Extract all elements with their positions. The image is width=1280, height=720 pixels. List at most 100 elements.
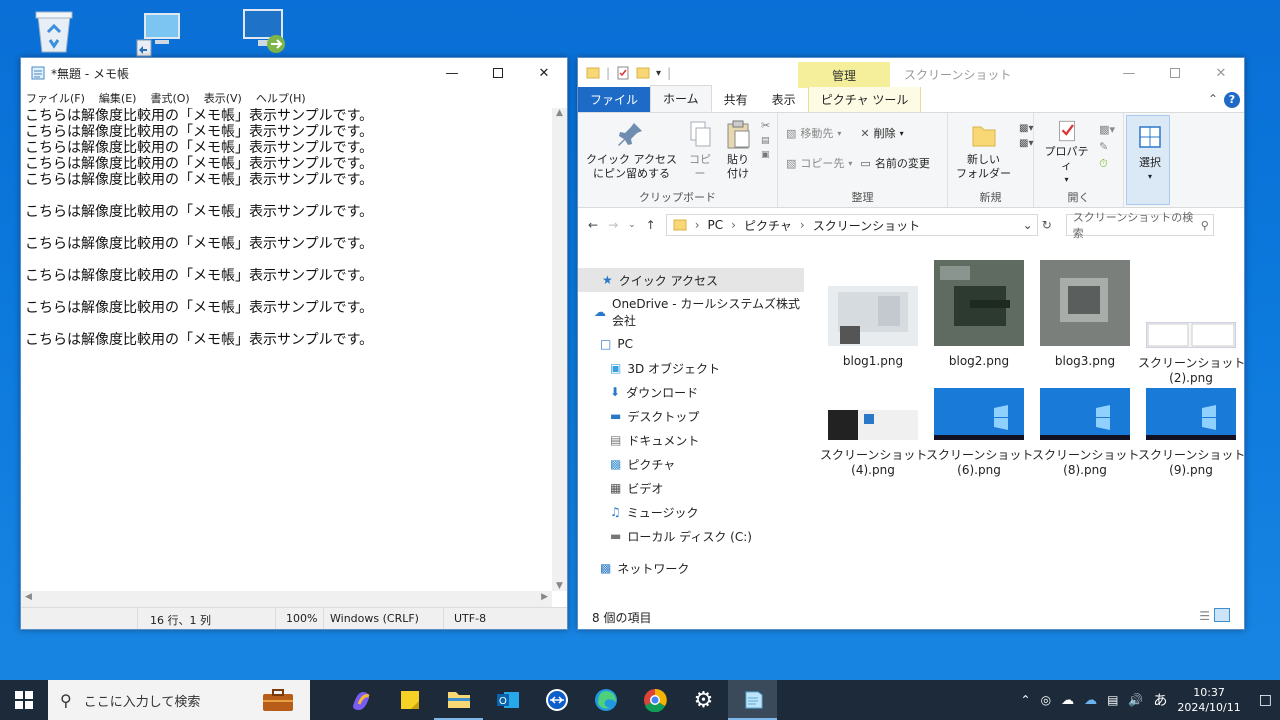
breadcrumb-pictures[interactable]: ピクチャ [744, 217, 792, 234]
paste-shortcut-icon[interactable]: ▣ [761, 150, 770, 160]
recycle-bin-icon[interactable] [30, 8, 78, 56]
collapse-ribbon-icon[interactable]: ⌃ [1208, 92, 1218, 106]
file-item[interactable]: スクリーンショット (6).png [926, 388, 1033, 478]
taskbar-outlook[interactable]: O [483, 680, 532, 720]
refresh-icon[interactable]: ↻ [1042, 218, 1052, 232]
explorer-window[interactable]: | ▾ | 管理 スクリーンショット — ✕ ファイル ホーム 共有 表示 ピク… [577, 57, 1245, 630]
taskbar-search[interactable]: ⚲ ここに入力して検索 [48, 680, 310, 720]
notepad-titlebar[interactable]: *無題 - メモ帳 — ✕ [21, 58, 567, 88]
volume-icon[interactable]: 🔊 [1128, 693, 1143, 707]
onedrive-business-icon[interactable]: ☁ [1084, 693, 1097, 708]
taskbar-teamviewer[interactable] [532, 680, 581, 720]
scroll-down-icon[interactable]: ▼ [552, 581, 567, 591]
new-folder-icon[interactable] [636, 66, 650, 80]
forward-icon[interactable]: → [608, 218, 618, 232]
notification-icon[interactable]: □ [1259, 692, 1272, 708]
breadcrumb-pc[interactable]: PC [708, 218, 724, 232]
address-bar[interactable]: › PC › ピクチャ › スクリーンショット ⌄ [665, 214, 1038, 236]
menu-view[interactable]: 表示(V) [204, 90, 242, 106]
recent-locations-icon[interactable]: ⌄ [628, 220, 636, 230]
taskbar-copilot[interactable] [336, 680, 385, 720]
menu-format[interactable]: 書式(O) [150, 90, 189, 106]
taskbar-settings[interactable]: ⚙ [679, 680, 728, 720]
taskbar-sticky-notes[interactable] [385, 680, 434, 720]
meet-now-icon[interactable]: ◎ [1041, 693, 1051, 707]
close-button[interactable]: ✕ [1198, 58, 1244, 88]
file-item[interactable]: スクリーンショット (8).png [1032, 388, 1139, 478]
breadcrumb-screenshots[interactable]: スクリーンショット [813, 217, 920, 234]
address-dropdown-icon[interactable]: ⌄ [1023, 218, 1033, 232]
onedrive-icon[interactable]: ☁ [1061, 693, 1074, 708]
new-item-icon[interactable]: ▩▾ [1019, 123, 1033, 134]
maximize-button[interactable] [1152, 58, 1198, 88]
pin-quick-access-button[interactable]: クイック アクセス にピン留めする [582, 117, 681, 189]
copy-path-icon[interactable]: ▤ [761, 136, 770, 146]
minimize-button[interactable]: — [1106, 58, 1152, 88]
close-button[interactable]: ✕ [521, 58, 567, 88]
nav-onedrive[interactable]: ☁ OneDrive - カールシステムズ株式会社 [578, 297, 804, 328]
nav-videos[interactable]: ▦ ビデオ [578, 476, 804, 500]
network-icon[interactable]: ▤ [1107, 693, 1118, 707]
menu-file[interactable]: ファイル(F) [26, 90, 85, 106]
minimize-button[interactable]: — [429, 58, 475, 88]
horizontal-scrollbar[interactable]: ◀ ▶ [21, 591, 552, 607]
maximize-button[interactable] [475, 58, 521, 88]
file-item[interactable]: スクリーンショット (4).png [820, 410, 927, 478]
easy-access-icon[interactable]: ▩▾ [1019, 138, 1033, 149]
show-hidden-icons[interactable]: ⌃ [1021, 693, 1031, 707]
nav-desktop[interactable]: ▬ デスクトップ [578, 404, 804, 428]
up-icon[interactable]: ↑ [646, 218, 656, 232]
large-icons-view-icon[interactable] [1214, 608, 1230, 622]
file-item[interactable]: スクリーンショット (9).png [1138, 388, 1245, 478]
nav-3d-objects[interactable]: ▣ 3D オブジェクト [578, 356, 804, 380]
tab-home[interactable]: ホーム [650, 85, 712, 112]
explorer-titlebar[interactable]: | ▾ | 管理 スクリーンショット — ✕ [578, 58, 1244, 88]
file-item[interactable]: blog1.png [820, 286, 926, 369]
customize-qat-icon[interactable]: ▾ [656, 68, 661, 79]
taskbar-chrome[interactable] [630, 680, 679, 720]
vertical-scrollbar[interactable]: ▲ ▼ [552, 108, 567, 591]
tab-manage[interactable]: 管理 [798, 62, 890, 88]
tab-view[interactable]: 表示 [760, 87, 808, 112]
start-button[interactable] [0, 680, 48, 720]
nav-network[interactable]: ▩ ネットワーク [578, 556, 804, 580]
file-item[interactable]: スクリーンショット (2).png [1138, 321, 1245, 386]
copy-to-button[interactable]: ▧ コピー先 ▾ [786, 155, 852, 171]
rename-button[interactable]: ▭ 名前の変更 [860, 155, 929, 171]
taskbar-notepad[interactable] [728, 680, 777, 720]
copy-button[interactable]: コピー [681, 117, 719, 189]
menu-help[interactable]: ヘルプ(H) [256, 90, 306, 106]
nav-documents[interactable]: ▤ ドキュメント [578, 428, 804, 452]
delete-button[interactable]: ✕ 削除 ▾ [860, 125, 929, 141]
clock[interactable]: 10:37 2024/10/11 [1177, 685, 1240, 715]
history-icon[interactable]: ⏱ [1099, 157, 1115, 171]
notepad-text-area[interactable]: こちらは解像度比較用の「メモ帳」表示サンプルです。 こちらは解像度比較用の「メモ… [21, 108, 552, 591]
menu-edit[interactable]: 編集(E) [99, 90, 137, 106]
file-item[interactable]: blog2.png [926, 260, 1032, 369]
pc-icon[interactable] [135, 10, 183, 58]
scroll-up-icon[interactable]: ▲ [552, 108, 567, 118]
paste-button[interactable]: 貼り付け [719, 117, 757, 189]
nav-downloads[interactable]: ⬇ ダウンロード [578, 380, 804, 404]
scroll-left-icon[interactable]: ◀ [25, 592, 32, 602]
nav-music[interactable]: ♫ ミュージック [578, 500, 804, 524]
remote-desktop-icon[interactable] [240, 6, 288, 54]
nav-pc[interactable]: □ PC [578, 332, 804, 356]
nav-pictures[interactable]: ▩ ピクチャ [578, 452, 804, 476]
edit-icon[interactable]: ✎ [1099, 140, 1115, 153]
taskbar-edge[interactable] [581, 680, 630, 720]
back-icon[interactable]: ← [588, 218, 598, 232]
tab-share[interactable]: 共有 [712, 87, 760, 112]
search-input[interactable]: スクリーンショットの検索 ⚲ [1065, 211, 1214, 240]
new-folder-button[interactable]: 新しい フォルダー [952, 117, 1015, 189]
file-item[interactable]: blog3.png [1032, 260, 1138, 369]
notepad-window[interactable]: *無題 - メモ帳 — ✕ ファイル(F) 編集(E) 書式(O) 表示(V) … [20, 57, 568, 630]
select-button[interactable]: 選択 ▾ [1131, 120, 1169, 186]
taskbar-file-explorer[interactable] [434, 680, 483, 720]
nav-local-disk[interactable]: ▬ ローカル ディスク (C:) [578, 524, 804, 548]
cut-icon[interactable]: ✂ [761, 119, 770, 132]
properties-icon[interactable] [616, 66, 630, 80]
tab-picture-tools[interactable]: ピクチャ ツール [807, 87, 922, 112]
ime-indicator[interactable]: あ [1153, 690, 1167, 710]
details-view-icon[interactable]: ☰ [1199, 609, 1210, 623]
